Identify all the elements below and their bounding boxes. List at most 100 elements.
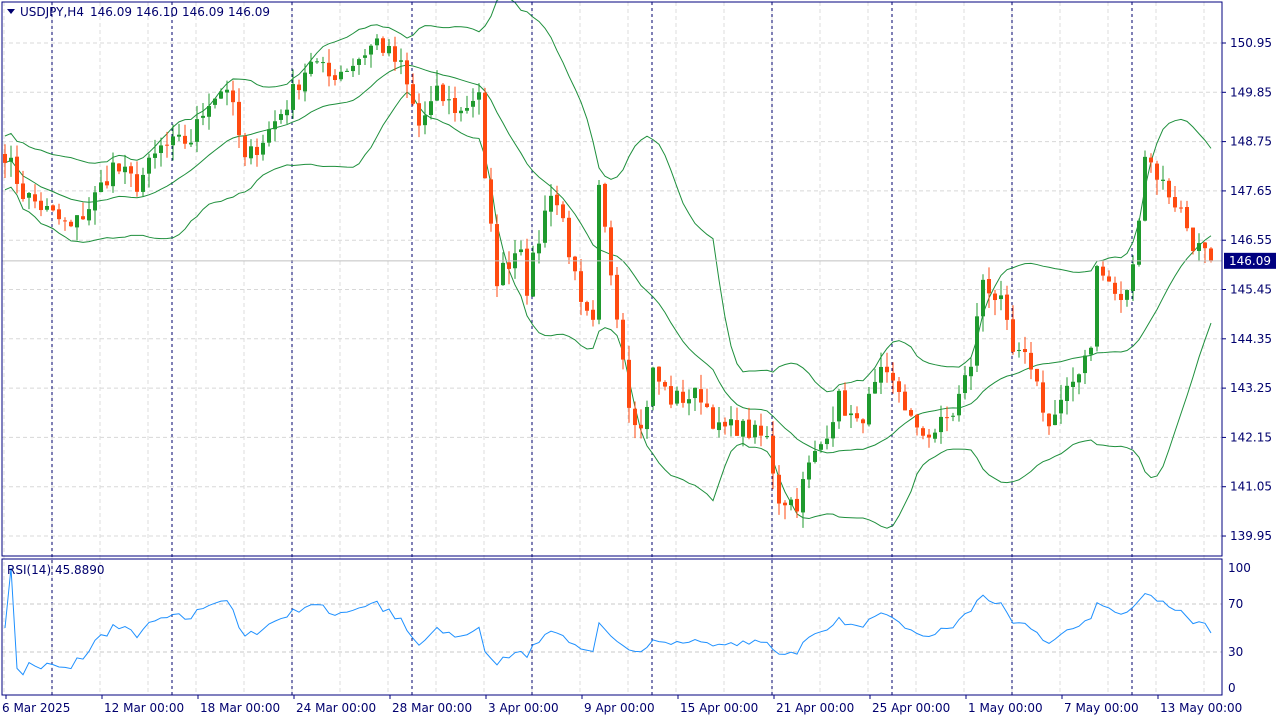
candle-body bbox=[861, 419, 865, 424]
candle-body bbox=[681, 391, 685, 403]
candle bbox=[279, 109, 283, 124]
candle-body bbox=[9, 157, 13, 162]
candle-body bbox=[897, 381, 901, 392]
price-axis-label: 149.85 bbox=[1230, 85, 1272, 99]
candle-body bbox=[519, 249, 523, 253]
candle-body bbox=[777, 474, 781, 504]
candle bbox=[633, 401, 637, 439]
grid bbox=[2, 2, 1222, 695]
candle bbox=[873, 368, 877, 394]
candle-body bbox=[915, 414, 919, 428]
candle bbox=[477, 83, 481, 115]
candle-body bbox=[627, 359, 631, 408]
rsi-axis-label: 0 bbox=[1228, 681, 1236, 695]
candle-body bbox=[1161, 179, 1165, 181]
candle-body bbox=[831, 422, 835, 439]
time-axis-label: 25 Apr 00:00 bbox=[872, 701, 950, 715]
candle bbox=[285, 100, 289, 124]
candle bbox=[327, 49, 331, 87]
candle bbox=[651, 366, 655, 411]
candle-body bbox=[909, 410, 913, 416]
candle-body bbox=[111, 162, 115, 187]
time-axis-label: 13 May 00:00 bbox=[1160, 701, 1242, 715]
candle-body bbox=[567, 217, 571, 258]
candle bbox=[1203, 242, 1207, 263]
candle bbox=[537, 230, 541, 264]
current-price-label: 146.09 bbox=[1229, 254, 1271, 268]
candle-body bbox=[93, 192, 97, 211]
candle-body bbox=[429, 101, 433, 116]
candle bbox=[1017, 342, 1021, 358]
candle-body bbox=[1113, 282, 1117, 294]
candle bbox=[93, 186, 97, 225]
candle-body bbox=[405, 60, 409, 85]
candle-body bbox=[435, 85, 439, 101]
candle-body bbox=[963, 375, 967, 394]
candle-body bbox=[723, 421, 727, 427]
candle bbox=[933, 428, 937, 443]
time-axis-label: 24 Mar 00:00 bbox=[296, 701, 376, 715]
candle bbox=[309, 52, 313, 77]
candle bbox=[429, 86, 433, 120]
candle-body bbox=[189, 142, 193, 145]
candle-body bbox=[363, 55, 367, 58]
candle bbox=[465, 95, 469, 114]
candle-body bbox=[957, 393, 961, 416]
bollinger-bands bbox=[4, 0, 1212, 529]
ohlc-high: 146.10 bbox=[136, 5, 178, 19]
candle-body bbox=[579, 271, 583, 302]
candle bbox=[1155, 160, 1159, 195]
candle-body bbox=[747, 419, 751, 438]
candle bbox=[729, 406, 733, 437]
candle-body bbox=[783, 502, 787, 506]
candle-body bbox=[1053, 414, 1057, 426]
bollinger-middle bbox=[4, 64, 1212, 454]
rsi-pane-frame bbox=[1, 558, 1223, 696]
candle bbox=[507, 251, 511, 285]
candle-body bbox=[855, 413, 859, 419]
candle bbox=[897, 376, 901, 403]
candle-body bbox=[1023, 349, 1027, 353]
candle bbox=[951, 412, 955, 422]
candle-body bbox=[1011, 319, 1015, 352]
candle bbox=[375, 34, 379, 51]
candle-body bbox=[387, 46, 391, 54]
candle-body bbox=[99, 182, 103, 193]
candle-body bbox=[3, 153, 7, 163]
candle-body bbox=[441, 84, 445, 102]
candle-body bbox=[1167, 180, 1171, 198]
candle-body bbox=[135, 174, 139, 192]
candle-body bbox=[33, 194, 37, 202]
candle bbox=[909, 408, 913, 418]
candle bbox=[411, 73, 415, 106]
candle-body bbox=[675, 390, 679, 404]
candle-body bbox=[807, 462, 811, 480]
candle-body bbox=[1143, 156, 1147, 221]
candle-body bbox=[297, 84, 301, 91]
time-axis-label: 28 Mar 00:00 bbox=[392, 701, 472, 715]
candle bbox=[867, 386, 871, 427]
candle-body bbox=[15, 156, 19, 184]
candle-body bbox=[309, 61, 313, 74]
candle bbox=[1179, 200, 1183, 213]
candle-body bbox=[633, 408, 637, 426]
candle bbox=[717, 406, 721, 438]
candle-body bbox=[285, 109, 289, 116]
ohlc-low: 146.09 bbox=[182, 5, 224, 19]
candle bbox=[957, 385, 961, 422]
symbol-menu-icon[interactable] bbox=[7, 9, 15, 14]
candle bbox=[87, 197, 91, 226]
price-chart[interactable]: 150.95 149.85 148.75 147.65 146.55 145.45 144.… bbox=[0, 0, 1280, 720]
candle bbox=[417, 93, 421, 138]
candle bbox=[795, 488, 799, 519]
candle bbox=[1173, 186, 1177, 212]
candle bbox=[783, 500, 787, 520]
candle-body bbox=[501, 262, 505, 286]
candle bbox=[1005, 285, 1009, 331]
candle bbox=[747, 407, 751, 440]
time-axis-label: 1 May 00:00 bbox=[968, 701, 1043, 715]
candle-body bbox=[225, 89, 229, 93]
candle bbox=[1029, 342, 1033, 380]
candle-body bbox=[1017, 349, 1021, 351]
candle-body bbox=[969, 366, 973, 377]
